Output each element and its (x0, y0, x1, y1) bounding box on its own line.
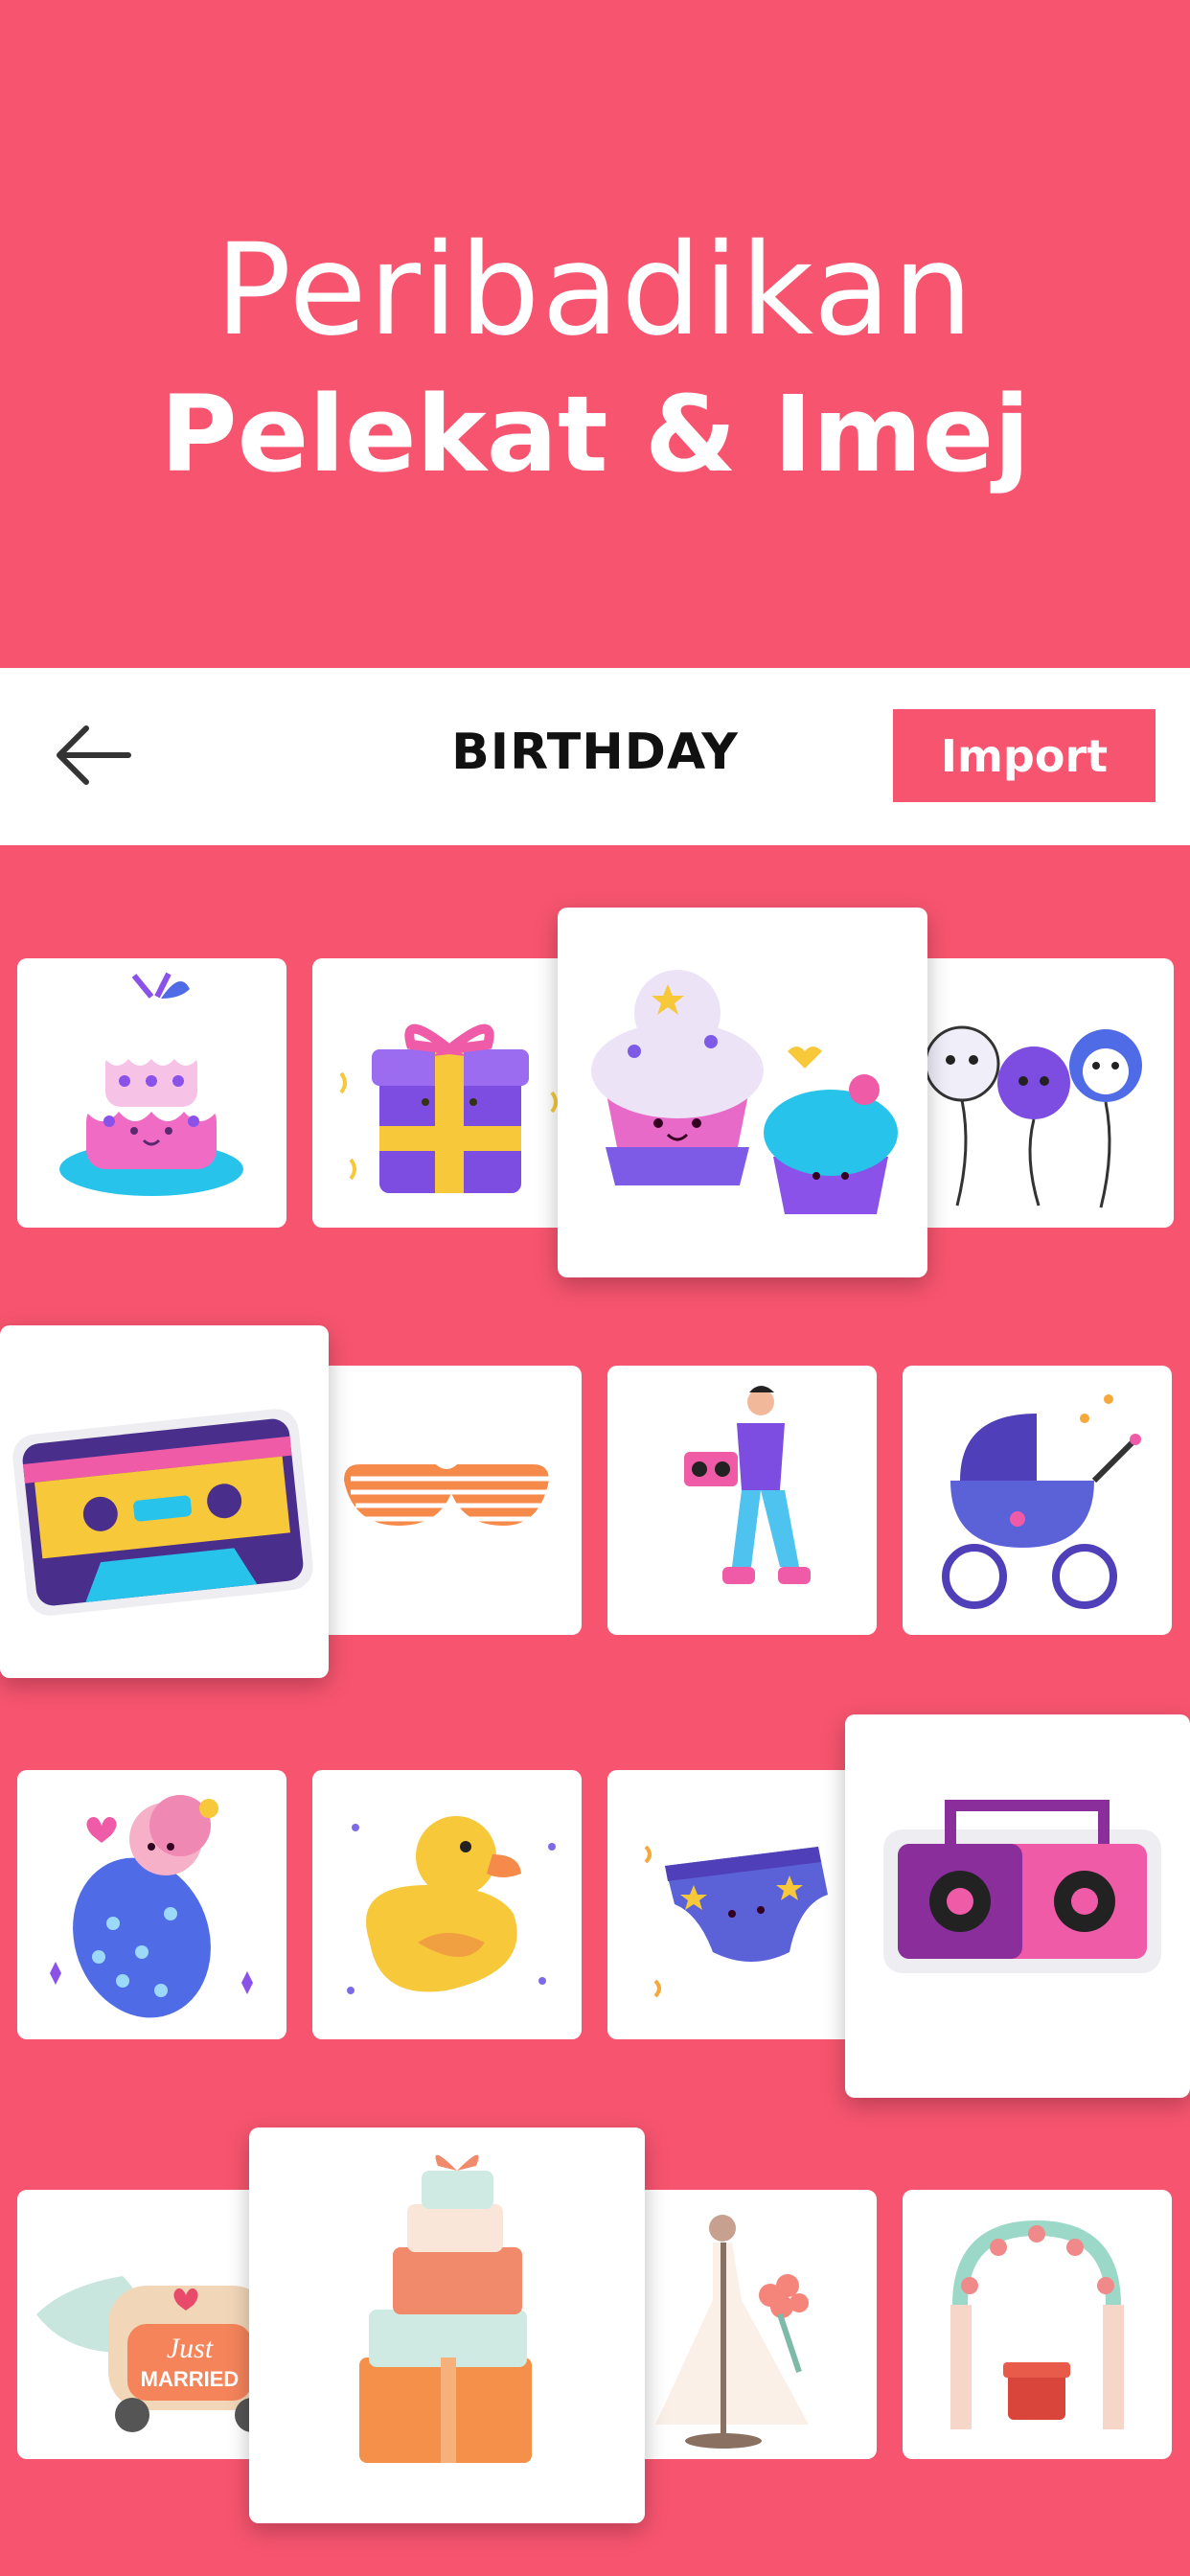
import-button[interactable]: Import (893, 709, 1156, 802)
baby-stroller-sticker[interactable] (903, 1366, 1172, 1635)
cupcakes-sticker[interactable] (558, 908, 927, 1277)
car-sign-just: Just (167, 2333, 214, 2364)
wedding-arch-sticker[interactable] (903, 2190, 1172, 2459)
gift-box-sticker[interactable] (312, 958, 582, 1228)
shutter-shades-sticker[interactable] (312, 1366, 582, 1635)
animal-balloons-sticker[interactable] (904, 958, 1174, 1228)
hero-title-line2: Pelekat & Imej (160, 373, 1030, 495)
rubber-duck-sticker[interactable] (312, 1770, 582, 2039)
wedding-dress-sticker[interactable] (607, 2190, 877, 2459)
top-bar: BIRTHDAY Import (0, 668, 1190, 845)
diaper-sticker[interactable] (607, 1770, 877, 2039)
swaddled-baby-sticker[interactable] (17, 1770, 286, 2039)
just-married-car-sticker[interactable]: Just MARRIED (17, 2190, 286, 2459)
roller-skater-sticker[interactable] (607, 1366, 877, 1635)
cassette-tape-sticker[interactable] (0, 1325, 329, 1678)
boombox-sticker[interactable] (845, 1714, 1190, 2098)
cake-sticker[interactable] (17, 958, 286, 1228)
hero-title-line1: Peribadikan (215, 217, 975, 364)
gift-stack-sticker[interactable] (249, 2128, 645, 2523)
car-sign-married: MARRIED (141, 2367, 240, 2391)
hero-banner: Peribadikan Pelekat & Imej (0, 0, 1190, 668)
